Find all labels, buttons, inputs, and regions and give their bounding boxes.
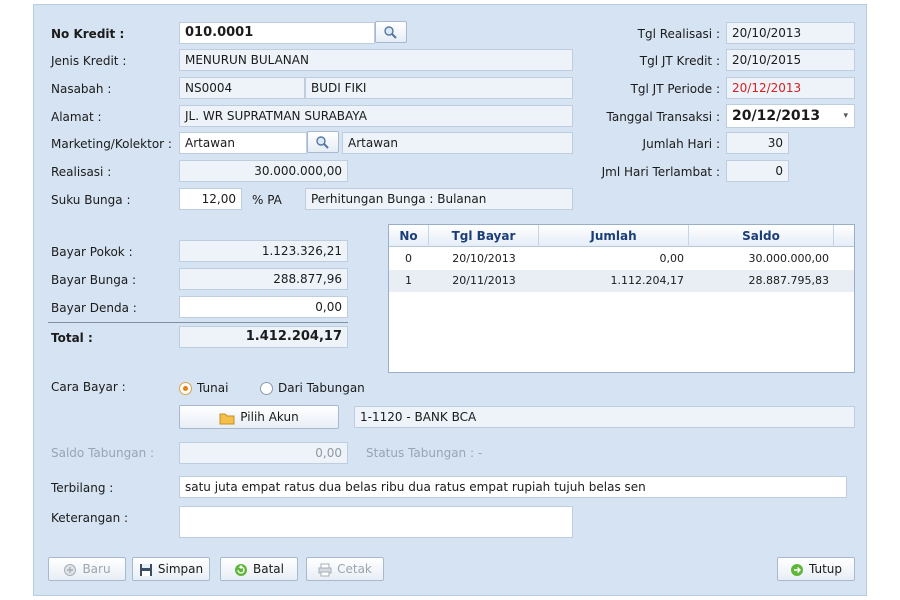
hari-terlambat-label: Jml Hari Terlambat :	[601, 165, 720, 179]
marketing-code-field[interactable]: Artawan	[179, 132, 307, 154]
table-header: No Tgl Bayar Jumlah Saldo	[389, 225, 854, 247]
marketing-name-field: Artawan	[342, 132, 573, 154]
search-icon	[316, 136, 329, 149]
alamat-field: JL. WR SUPRATMAN SURABAYA	[179, 105, 573, 127]
radio-dari-tabungan[interactable]	[260, 382, 273, 395]
tanggal-transaksi-label: Tanggal Transaksi :	[606, 110, 721, 124]
pilih-akun-label: Pilih Akun	[240, 410, 299, 424]
marketing-label: Marketing/Kolektor :	[51, 137, 172, 151]
tutup-label: Tutup	[808, 562, 843, 576]
alamat-label: Alamat :	[51, 110, 102, 124]
jenis-kredit-label: Jenis Kredit :	[51, 54, 127, 68]
simpan-button[interactable]: Simpan	[132, 557, 210, 581]
cell-jumlah: 0,00	[659, 252, 685, 265]
nasabah-label: Nasabah :	[51, 82, 112, 96]
col-header-saldo[interactable]: Saldo	[689, 225, 834, 247]
jenis-kredit-field: MENURUN BULANAN	[179, 49, 573, 71]
printer-icon	[318, 563, 332, 576]
no-kredit-field[interactable]: 010.0001	[179, 22, 375, 44]
tutup-button[interactable]: Tutup	[777, 557, 855, 581]
cell-jumlah: 1.112.204,17	[610, 274, 684, 287]
suku-bunga-label: Suku Bunga :	[51, 193, 131, 207]
suku-bunga-field[interactable]: 12,00	[179, 188, 242, 210]
batal-label: Batal	[253, 562, 284, 576]
simpan-label: Simpan	[157, 562, 204, 576]
tgl-realisasi-label: Tgl Realisasi :	[637, 27, 720, 41]
tgl-jt-kredit-field: 20/10/2015	[726, 49, 855, 71]
total-label: Total :	[51, 331, 93, 345]
credit-payment-form: No Kredit : Jenis Kredit : Nasabah : Ala…	[33, 4, 867, 596]
tgl-jt-periode-label: Tgl JT Periode :	[630, 82, 720, 96]
bayar-denda-label: Bayar Denda :	[51, 301, 137, 315]
table-row[interactable]: 1 20/11/2013 1.112.204,17 28.887.795,83	[389, 270, 854, 292]
total-field: 1.412.204,17	[179, 326, 348, 348]
nasabah-name-field: BUDI FIKI	[305, 77, 573, 99]
hari-terlambat-field: 0	[726, 160, 789, 182]
saldo-tabungan-label: Saldo Tabungan :	[51, 446, 155, 460]
cetak-label: Cetak	[337, 562, 372, 576]
search-icon	[384, 26, 397, 39]
keterangan-input[interactable]	[179, 506, 573, 538]
realisasi-label: Realisasi :	[51, 165, 112, 179]
no-kredit-label: No Kredit :	[51, 27, 125, 41]
akun-field: 1-1120 - BANK BCA	[354, 406, 855, 428]
bayar-pokok-label: Bayar Pokok :	[51, 245, 133, 259]
radio-tunai[interactable]	[179, 382, 192, 395]
tgl-realisasi-field: 20/10/2013	[726, 22, 855, 44]
baru-button[interactable]: Baru	[48, 557, 126, 581]
search-kredit-button[interactable]	[375, 21, 407, 43]
cell-tgl-bayar: 20/10/2013	[452, 252, 516, 265]
bayar-bunga-label: Bayar Bunga :	[51, 273, 137, 287]
bayar-denda-field[interactable]: 0,00	[179, 296, 348, 318]
col-header-jumlah[interactable]: Jumlah	[539, 225, 689, 247]
save-icon	[139, 563, 152, 576]
cell-no: 0	[405, 252, 412, 265]
chevron-down-icon[interactable]: ▾	[843, 105, 848, 127]
terbilang-label: Terbilang :	[51, 481, 114, 495]
total-divider	[48, 322, 348, 323]
jumlah-hari-field: 30	[726, 132, 789, 154]
radio-dari-tabungan-label[interactable]: Dari Tabungan	[278, 381, 365, 395]
pilih-akun-button[interactable]: Pilih Akun	[179, 405, 339, 429]
cetak-button[interactable]: Cetak	[306, 557, 384, 581]
table-row[interactable]: 0 20/10/2013 0,00 30.000.000,00	[389, 248, 854, 270]
radio-tunai-label[interactable]: Tunai	[197, 381, 228, 395]
tanggal-transaksi-picker[interactable]: 20/12/2013 ▾	[726, 104, 855, 128]
tgl-jt-periode-field: 20/12/2013	[726, 77, 855, 99]
batal-button[interactable]: Batal	[220, 557, 298, 581]
col-header-no[interactable]: No	[389, 225, 429, 247]
keterangan-label: Keterangan :	[51, 511, 129, 525]
bayar-pokok-field: 1.123.326,21	[179, 240, 348, 262]
folder-icon	[219, 413, 235, 424]
saldo-tabungan-field: 0,00	[179, 442, 348, 464]
undo-icon	[235, 563, 247, 576]
cell-no: 1	[405, 274, 412, 287]
status-tabungan-label: Status Tabungan : -	[366, 446, 483, 460]
realisasi-field: 30.000.000,00	[179, 160, 348, 182]
cara-bayar-label: Cara Bayar :	[51, 380, 126, 394]
jumlah-hari-label: Jumlah Hari :	[642, 137, 720, 151]
new-icon	[64, 563, 77, 576]
tgl-jt-kredit-label: Tgl JT Kredit :	[639, 54, 720, 68]
suku-bunga-unit: % PA	[252, 193, 282, 207]
search-marketing-button[interactable]	[307, 131, 339, 153]
perhitungan-bunga-field: Perhitungan Bunga : Bulanan	[305, 188, 573, 210]
terbilang-field: satu juta empat ratus dua belas ribu dua…	[179, 476, 847, 498]
col-header-tgl-bayar[interactable]: Tgl Bayar	[429, 225, 539, 247]
cell-saldo: 28.887.795,83	[748, 274, 829, 287]
payment-history-table[interactable]: No Tgl Bayar Jumlah Saldo 0 20/10/2013 0…	[388, 224, 855, 373]
nasabah-code-field: NS0004	[179, 77, 305, 99]
cell-saldo: 30.000.000,00	[748, 252, 829, 265]
bayar-bunga-field: 288.877,96	[179, 268, 348, 290]
baru-label: Baru	[82, 562, 111, 576]
exit-icon	[790, 563, 803, 576]
tanggal-transaksi-value: 20/12/2013	[732, 108, 821, 124]
cell-tgl-bayar: 20/11/2013	[452, 274, 516, 287]
